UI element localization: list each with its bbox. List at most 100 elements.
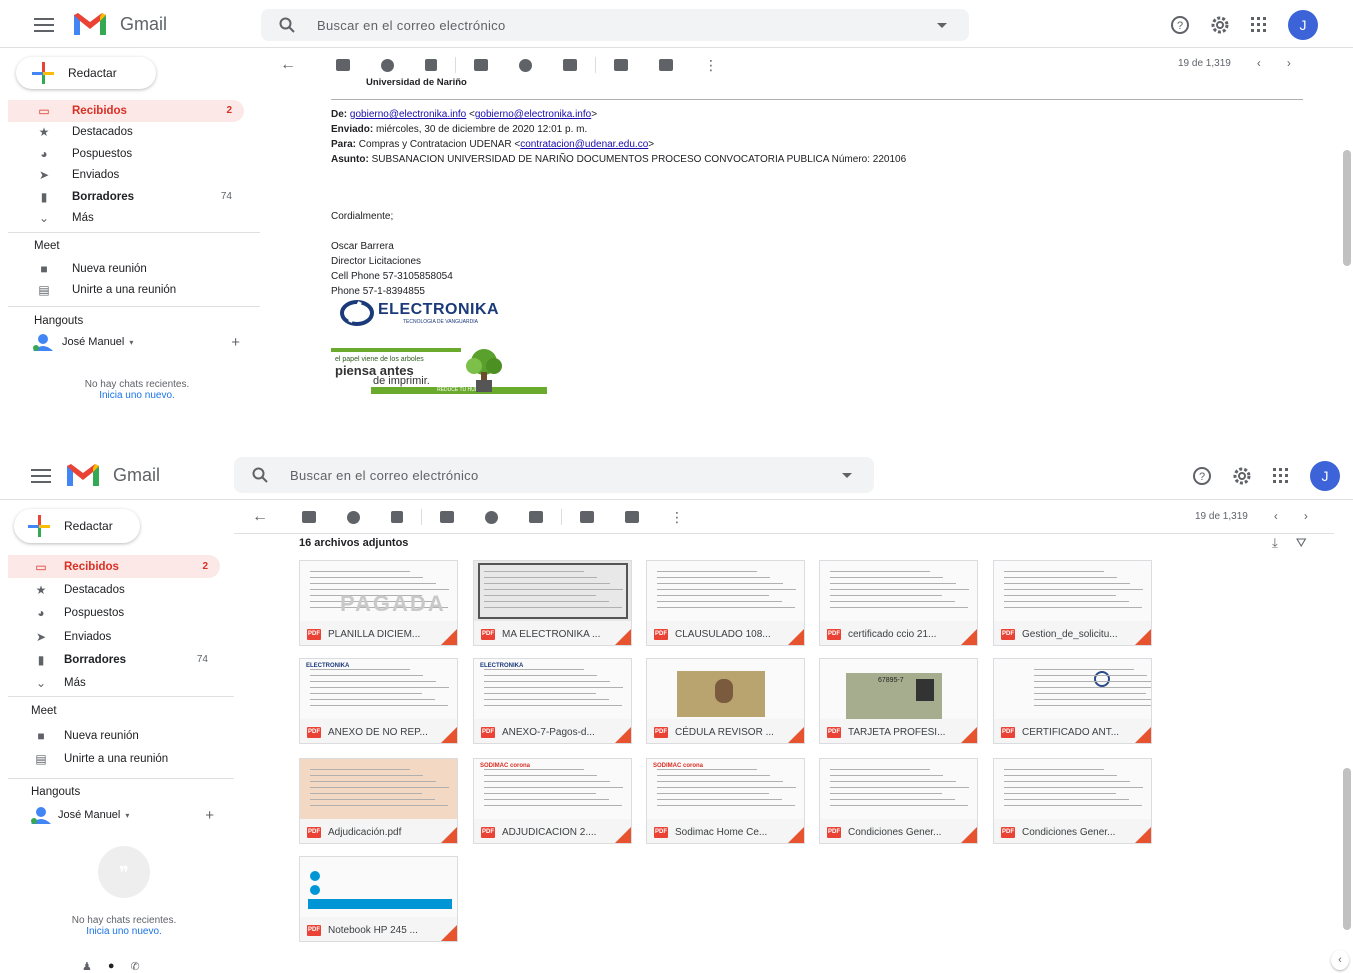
sidebar-item-drafts[interactable]: ▮ Borradores 74: [8, 648, 220, 671]
chevron-right-icon[interactable]: ›: [1287, 56, 1291, 70]
label-icon[interactable]: [625, 511, 639, 523]
sidebar-item-snoozed[interactable]: ◕ Pospuestos: [8, 143, 244, 165]
attachment-card[interactable]: PAGADA PDF PLANILLA DICIEM...: [299, 560, 458, 646]
mark-unread-icon[interactable]: [474, 59, 488, 71]
join-meeting-button[interactable]: ▤ Unirte a una reunión: [8, 748, 220, 772]
archive-icon[interactable]: [302, 511, 316, 523]
label-icon[interactable]: [659, 59, 673, 71]
sidebar-item-inbox[interactable]: ▭ Recibidos 2: [8, 100, 244, 122]
back-arrow-icon[interactable]: ←: [252, 508, 268, 526]
start-new-chat-link[interactable]: Inicia uno nuevo.: [32, 390, 242, 401]
scrollbar-thumb[interactable]: [1343, 150, 1351, 266]
new-meeting-button[interactable]: ■ Nueva reunión: [8, 724, 220, 748]
apps-grid-icon[interactable]: [1250, 16, 1268, 34]
move-to-icon[interactable]: [614, 59, 628, 71]
search-options-icon[interactable]: [937, 22, 947, 28]
compose-button[interactable]: Redactar: [16, 57, 156, 89]
chevron-right-icon[interactable]: ›: [1304, 509, 1308, 523]
sidebar-item-starred[interactable]: ★ Destacados: [8, 578, 220, 601]
chevron-left-icon[interactable]: ‹: [1274, 509, 1278, 523]
attachment-card[interactable]: ELECTRONIKA PDF ANEXO DE NO REP...: [299, 658, 458, 744]
search-input[interactable]: Buscar en el correo electrónico: [290, 468, 842, 483]
scrollbar-thumb[interactable]: [1343, 768, 1351, 930]
settings-gear-icon[interactable]: [1210, 15, 1230, 35]
chevron-left-icon[interactable]: ‹: [1257, 56, 1261, 70]
add-chat-icon[interactable]: +: [205, 807, 214, 824]
hangouts-user[interactable]: José Manuel ▾ +: [30, 806, 214, 824]
sidebar-item-sent[interactable]: ➤ Enviados: [8, 165, 244, 187]
search-bar[interactable]: Buscar en el correo electrónico: [234, 457, 874, 493]
delete-icon[interactable]: [425, 59, 437, 71]
start-new-chat-link[interactable]: Inicia uno nuevo.: [24, 926, 224, 937]
hangouts-user[interactable]: José Manuel ▾ +: [32, 333, 240, 351]
attachment-card[interactable]: PDF Gestion_de_solicitu...: [993, 560, 1152, 646]
gmail-logo[interactable]: Gmail: [65, 462, 160, 488]
attachment-card[interactable]: PDF CÉDULA REVISOR ...: [646, 658, 805, 744]
account-avatar[interactable]: J: [1288, 10, 1318, 40]
toolbar-separator: [455, 57, 456, 73]
chat-bubble-icon[interactable]: ●: [108, 960, 115, 973]
chevron-down-icon[interactable]: ▾: [125, 811, 129, 820]
more-options-icon[interactable]: ⋮: [704, 57, 718, 74]
move-to-icon[interactable]: [580, 511, 594, 523]
download-all-icon[interactable]: ⤓: [1272, 535, 1278, 551]
hangouts-title: Hangouts: [31, 786, 81, 798]
search-icon[interactable]: [279, 17, 295, 33]
side-panel-toggle-icon[interactable]: ‹: [1331, 950, 1349, 970]
add-chat-icon[interactable]: +: [231, 334, 240, 351]
attachment-card[interactable]: PDF Notebook HP 245 ...: [299, 856, 458, 942]
back-arrow-icon[interactable]: ←: [280, 56, 296, 74]
attachment-card[interactable]: PDF CERTIFICADO ANT...: [993, 658, 1152, 744]
search-options-icon[interactable]: [842, 472, 852, 478]
attachment-card[interactable]: PDF Adjudicación.pdf: [299, 758, 458, 844]
apps-grid-icon[interactable]: [1272, 467, 1290, 485]
attachment-card[interactable]: ELECTRONIKA PDF ANEXO-7-Pagos-d...: [473, 658, 632, 744]
sidebar-item-inbox[interactable]: ▭ Recibidos 2: [8, 555, 220, 579]
snooze-icon[interactable]: [519, 58, 532, 72]
compose-button[interactable]: Redactar: [14, 509, 140, 543]
attachment-card[interactable]: 67895-7 PDF TARJETA PROFESI...: [819, 658, 978, 744]
phone-icon[interactable]: ✆: [131, 960, 140, 973]
new-meeting-button[interactable]: ■ Nueva reunión: [8, 258, 244, 280]
account-avatar[interactable]: J: [1310, 461, 1340, 491]
sidebar-item-label: Más: [72, 212, 94, 225]
person-icon[interactable]: ♟: [82, 960, 92, 973]
attachment-card[interactable]: SODIMAC corona PDF ADJUDICACION 2....: [473, 758, 632, 844]
sidebar-item-snoozed[interactable]: ◕ Pospuestos: [8, 602, 220, 625]
search-input[interactable]: Buscar en el correo electrónico: [317, 18, 937, 33]
join-meeting-button[interactable]: ▤ Unirte a una reunión: [8, 280, 244, 302]
mark-unread-icon[interactable]: [440, 511, 454, 523]
to-link[interactable]: contratacion@udenar.edu.co: [520, 139, 648, 150]
chevron-down-icon[interactable]: ▾: [129, 338, 133, 347]
gmail-logo[interactable]: Gmail: [72, 11, 167, 37]
attachment-card[interactable]: PDF Condiciones Gener...: [993, 758, 1152, 844]
sidebar-item-starred[interactable]: ★ Destacados: [8, 122, 244, 144]
delete-icon[interactable]: [391, 511, 403, 523]
from-link[interactable]: gobierno@electronika.info: [350, 109, 466, 120]
attachment-card[interactable]: PDF MA ELECTRONIKA ...: [473, 560, 632, 646]
main-menu-icon[interactable]: [34, 18, 54, 32]
report-spam-icon[interactable]: [381, 58, 394, 72]
attachment-card[interactable]: PDF Condiciones Gener...: [819, 758, 978, 844]
from-link-2[interactable]: gobierno@electronika.info: [475, 109, 591, 120]
attachment-card[interactable]: PDF CLAUSULADO 108...: [646, 560, 805, 646]
help-icon[interactable]: ?: [1192, 466, 1212, 486]
more-options-icon[interactable]: ⋮: [670, 509, 684, 526]
sidebar-item-drafts[interactable]: ▮ Borradores 74: [8, 186, 244, 208]
sidebar-item-sent[interactable]: ➤ Enviados: [8, 625, 220, 648]
search-icon[interactable]: [252, 467, 268, 483]
save-to-drive-icon[interactable]: ⛛: [1296, 535, 1307, 551]
settings-gear-icon[interactable]: [1232, 466, 1252, 486]
search-bar[interactable]: Buscar en el correo electrónico: [261, 9, 969, 41]
add-task-icon[interactable]: [529, 511, 543, 523]
sidebar-item-more[interactable]: ⌄ Más: [8, 208, 244, 230]
add-task-icon[interactable]: [563, 59, 577, 71]
archive-icon[interactable]: [336, 59, 350, 71]
report-spam-icon[interactable]: [347, 510, 360, 524]
snooze-icon[interactable]: [485, 510, 498, 524]
main-menu-icon[interactable]: [31, 469, 51, 483]
attachment-card[interactable]: PDF certificado ccio 21...: [819, 560, 978, 646]
help-icon[interactable]: ?: [1170, 15, 1190, 35]
sidebar-item-more[interactable]: ⌄ Más: [8, 671, 220, 694]
attachment-card[interactable]: SODIMAC corona PDF Sodimac Home Ce...: [646, 758, 805, 844]
